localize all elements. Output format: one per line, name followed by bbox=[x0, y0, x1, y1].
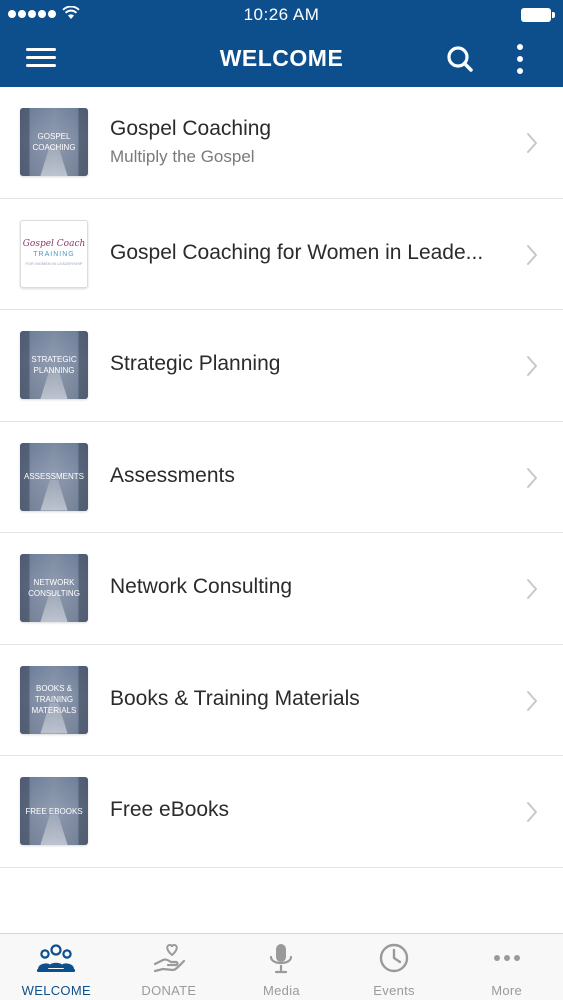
list-item-books-training[interactable]: BOOKS & TRAINING MATERIALS Books & Train… bbox=[0, 644, 563, 756]
app-bar: WELCOME bbox=[0, 30, 563, 87]
chevron-right-icon bbox=[527, 244, 537, 265]
list-item-thumbnail: FREE EBOOKS bbox=[20, 777, 88, 845]
tab-media[interactable]: Media bbox=[225, 934, 338, 1000]
tab-events[interactable]: Events bbox=[338, 934, 451, 1000]
list-item-gospel-coaching[interactable]: GOSPEL COACHING Gospel Coaching Multiply… bbox=[0, 87, 563, 199]
list-item-title: Free eBooks bbox=[110, 798, 230, 821]
tab-label: Media bbox=[263, 983, 300, 998]
battery-icon bbox=[521, 8, 555, 22]
list-item-title: Assessments bbox=[110, 463, 235, 487]
list-item-thumbnail: NETWORK CONSULTING bbox=[20, 554, 88, 622]
list-item-free-ebooks[interactable]: FREE EBOOKS Free eBooks bbox=[0, 756, 563, 868]
chevron-right-icon bbox=[527, 579, 537, 599]
overflow-menu-icon[interactable] bbox=[505, 40, 535, 78]
list-item-thumbnail: GOSPEL COACHING bbox=[20, 108, 88, 176]
list-item-assessments[interactable]: ASSESSMENTS Assessments bbox=[0, 421, 563, 533]
chevron-right-icon bbox=[527, 467, 537, 488]
tab-label: Events bbox=[373, 983, 415, 998]
list-item-title: Strategic Planning bbox=[110, 352, 281, 375]
chevron-right-icon bbox=[527, 133, 537, 153]
tab-label: More bbox=[491, 983, 523, 998]
tab-label: DONATE bbox=[141, 983, 197, 998]
clock-icon bbox=[379, 943, 409, 973]
chevron-right-icon bbox=[527, 802, 537, 822]
content-list: GOSPEL COACHING Gospel Coaching Multiply… bbox=[0, 87, 563, 868]
more-icon bbox=[493, 955, 520, 961]
list-item-network-consulting[interactable]: NETWORK CONSULTING Network Consulting bbox=[0, 533, 563, 645]
chevron-right-icon bbox=[527, 356, 537, 376]
status-bar: 10:26 AM bbox=[0, 0, 563, 30]
list-item-thumbnail: ASSESSMENTS bbox=[20, 442, 88, 511]
bottom-tab-bar: WELCOME DONATE Media Events More bbox=[0, 933, 563, 1000]
list-item-thumbnail: Gospel Coach TRAINING FOR WOMEN IN LEADE… bbox=[20, 219, 88, 288]
list-item-thumbnail: STRATEGIC PLANNING bbox=[20, 331, 88, 399]
people-icon bbox=[37, 944, 76, 972]
tab-more[interactable]: More bbox=[450, 934, 563, 1000]
donate-icon bbox=[153, 943, 185, 973]
list-item-title: Network Consulting bbox=[110, 575, 293, 598]
chevron-right-icon bbox=[527, 690, 537, 711]
microphone-icon bbox=[270, 944, 293, 974]
tab-label: WELCOME bbox=[21, 983, 91, 998]
list-item-title: Books & Training Materials bbox=[110, 686, 360, 710]
list-item-title: Gospel Coaching for Women in Leade... bbox=[110, 240, 484, 264]
tab-donate[interactable]: DONATE bbox=[113, 934, 226, 1000]
status-time: 10:26 AM bbox=[243, 5, 320, 24]
list-item-subtitle: Multiply the Gospel bbox=[110, 147, 255, 166]
tab-welcome[interactable]: WELCOME bbox=[0, 934, 113, 1000]
list-item-thumbnail: BOOKS & TRAINING MATERIALS bbox=[20, 665, 88, 734]
list-item-title: Gospel Coaching bbox=[110, 117, 272, 140]
page-title: WELCOME bbox=[219, 45, 344, 71]
list-item-gospel-coaching-women[interactable]: Gospel Coach TRAINING FOR WOMEN IN LEADE… bbox=[0, 198, 563, 310]
list-item-strategic-planning[interactable]: STRATEGIC PLANNING Strategic Planning bbox=[0, 310, 563, 422]
search-icon[interactable] bbox=[442, 42, 478, 76]
